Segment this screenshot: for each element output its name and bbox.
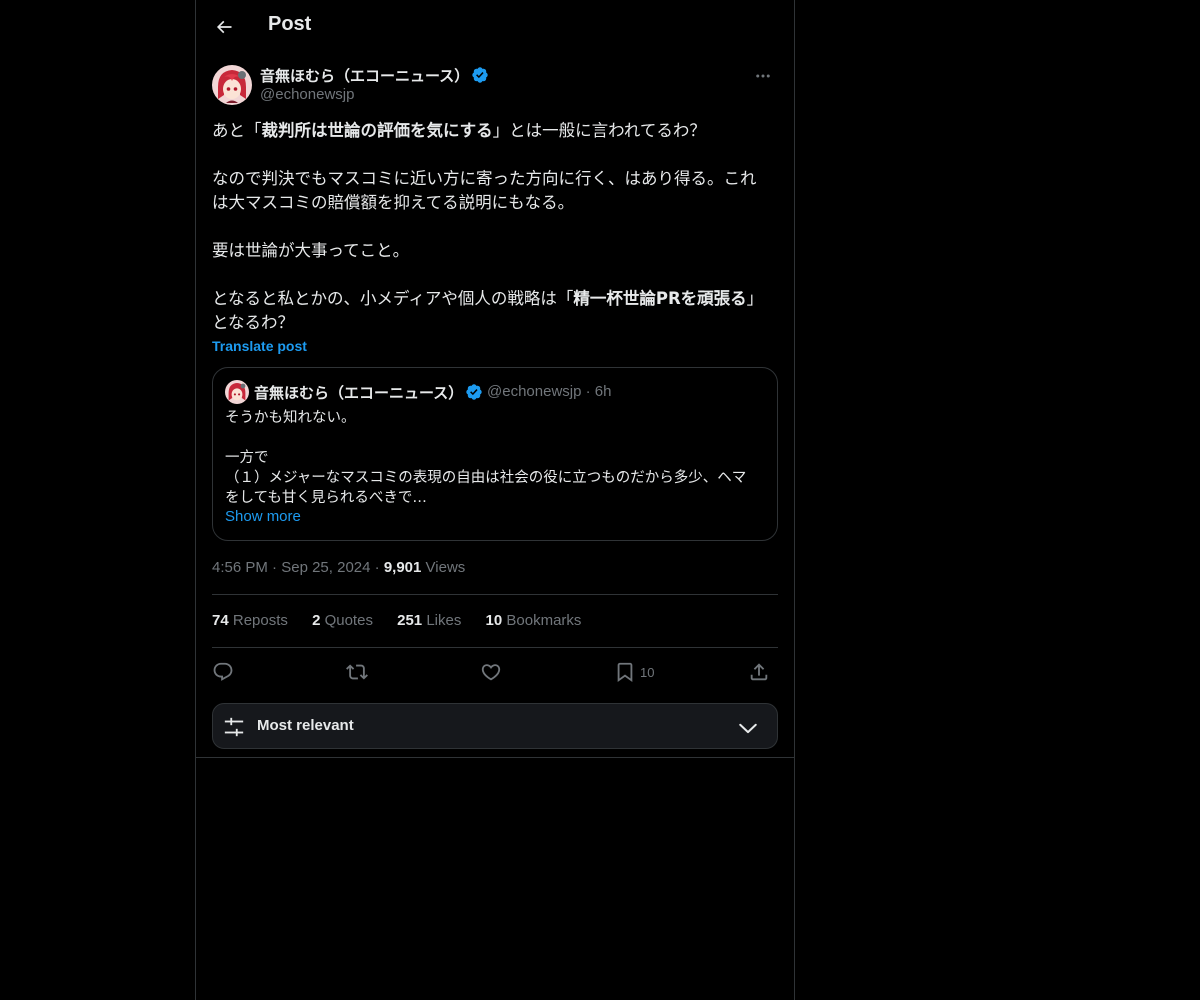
more-horizontal-icon [756, 74, 770, 78]
verified-badge-icon [466, 384, 482, 400]
bold-text: 裁判所は世論の評価を気にする [261, 121, 493, 140]
bookmark-count: 10 [640, 664, 655, 680]
post-meta: 4:56 PM · Sep 25, 2024 · 9,901 Views [212, 559, 465, 576]
sliders-icon [224, 717, 244, 737]
post-paragraph: あと「裁判所は世論の評価を気にする」とは一般に言われてるわ？ [212, 119, 778, 143]
reply-button[interactable] [212, 657, 234, 687]
text-segment: となると私とかの、小メディアや個人の戦略は「 [212, 289, 574, 308]
text-segment: あと「 [212, 121, 262, 140]
bookmarks-stat[interactable]: 10 Bookmarks [486, 612, 582, 629]
quoted-post[interactable]: 音無ほむら（エコーニュース） @echonewsjp · 6h そうかも知れない… [212, 367, 778, 541]
post-text: あと「裁判所は世論の評価を気にする」とは一般に言われてるわ？ なので判決でもマス… [212, 119, 778, 335]
heart-icon [481, 664, 501, 681]
show-more-link[interactable]: Show more [225, 508, 301, 525]
divider [212, 594, 778, 595]
reposts-stat[interactable]: 74 Reposts [212, 612, 288, 629]
sort-label: Most relevant [257, 717, 354, 734]
top-bar: Post [196, 0, 794, 55]
quotes-stat[interactable]: 2 Quotes [312, 612, 373, 629]
back-button[interactable] [206, 9, 242, 45]
action-bar: 10 [212, 657, 778, 687]
like-button[interactable] [480, 657, 502, 687]
avatar[interactable] [212, 65, 252, 105]
text-segment: 」とは一般に言われてるわ？ [492, 121, 706, 140]
quote-line: （１）メジャーなマスコミの表現の自由は社会の役に立つものだから多少、ヘマ [225, 470, 747, 486]
arrow-left-icon [216, 20, 232, 34]
page-title: Post [268, 13, 312, 35]
chevron-down-icon [739, 723, 757, 734]
quote-meta: @echonewsjp · 6h [487, 383, 611, 400]
repost-icon [346, 664, 368, 680]
bookmark-button[interactable]: 10 [614, 657, 654, 687]
separator-dot: · [272, 559, 278, 576]
post-paragraph: なので判決でもマスコミに近い方に寄った方向に行く、はあり得る。これ は大マスコミの… [212, 167, 778, 215]
verified-badge-icon [472, 67, 488, 83]
quote-line: 一方で [225, 450, 269, 466]
translate-post-link[interactable]: Translate post [212, 338, 307, 354]
post-author: 音無ほむら（エコーニュース） @echonewsjp [212, 64, 778, 106]
quote-avatar [225, 380, 249, 404]
likes-stat[interactable]: 251 Likes [397, 612, 461, 629]
reply-sort-dropdown[interactable]: Most relevant [212, 703, 778, 749]
divider [212, 647, 778, 648]
quote-line: そうかも知れない。 [225, 410, 356, 426]
author-name[interactable]: 音無ほむら（エコーニュース） [260, 65, 469, 86]
separator-dot: · [585, 383, 591, 400]
reply-icon [213, 662, 233, 681]
bookmark-icon [617, 662, 633, 683]
quote-timestamp: 6h [594, 383, 612, 400]
separator-dot: · [374, 559, 380, 576]
engagement-stats: 74 Reposts 2 Quotes 251 Likes 10 Bookmar… [212, 612, 778, 629]
quote-text: そうかも知れない。 一方で （１）メジャーなマスコミの表現の自由は社会の役に立つ… [225, 408, 770, 508]
views-count: 9,901 [383, 559, 422, 576]
more-options-button[interactable] [748, 64, 778, 88]
text-segment: なので判決でもマスコミに近い方に寄った方向に行く、はあり得る。これ [212, 169, 757, 188]
timeline-column: Post 音無ほむら（エコーニュース） @echonewsjp あと「裁判所は世… [195, 0, 795, 1000]
post-paragraph: となると私とかの、小メディアや個人の戦略は「精一杯世論PRを頑張る」となるわ？ [212, 287, 778, 335]
repost-button[interactable] [346, 657, 368, 687]
text-segment: 」 [746, 289, 764, 308]
quote-line: をしても甘く見られるべきで… [225, 490, 427, 506]
divider [196, 757, 794, 758]
views-label: Views [425, 559, 466, 576]
post-date[interactable]: Sep 25, 2024 [281, 559, 370, 576]
quote-author-name: 音無ほむら（エコーニュース） [254, 384, 464, 402]
author-handle[interactable]: @echonewsjp [260, 86, 354, 103]
post-paragraph: 要は世論が大事ってこと。 [212, 241, 410, 260]
share-button[interactable] [748, 657, 770, 687]
quote-author-handle: @echonewsjp [487, 383, 582, 400]
text-segment: は大マスコミの賠償額を抑えてる説明にもなる。 [212, 193, 575, 212]
bold-text: 精一杯世論PRを頑張る [573, 289, 747, 308]
post-time[interactable]: 4:56 PM [212, 559, 268, 576]
text-segment: となるわ？ [212, 313, 295, 332]
share-icon [750, 663, 768, 681]
